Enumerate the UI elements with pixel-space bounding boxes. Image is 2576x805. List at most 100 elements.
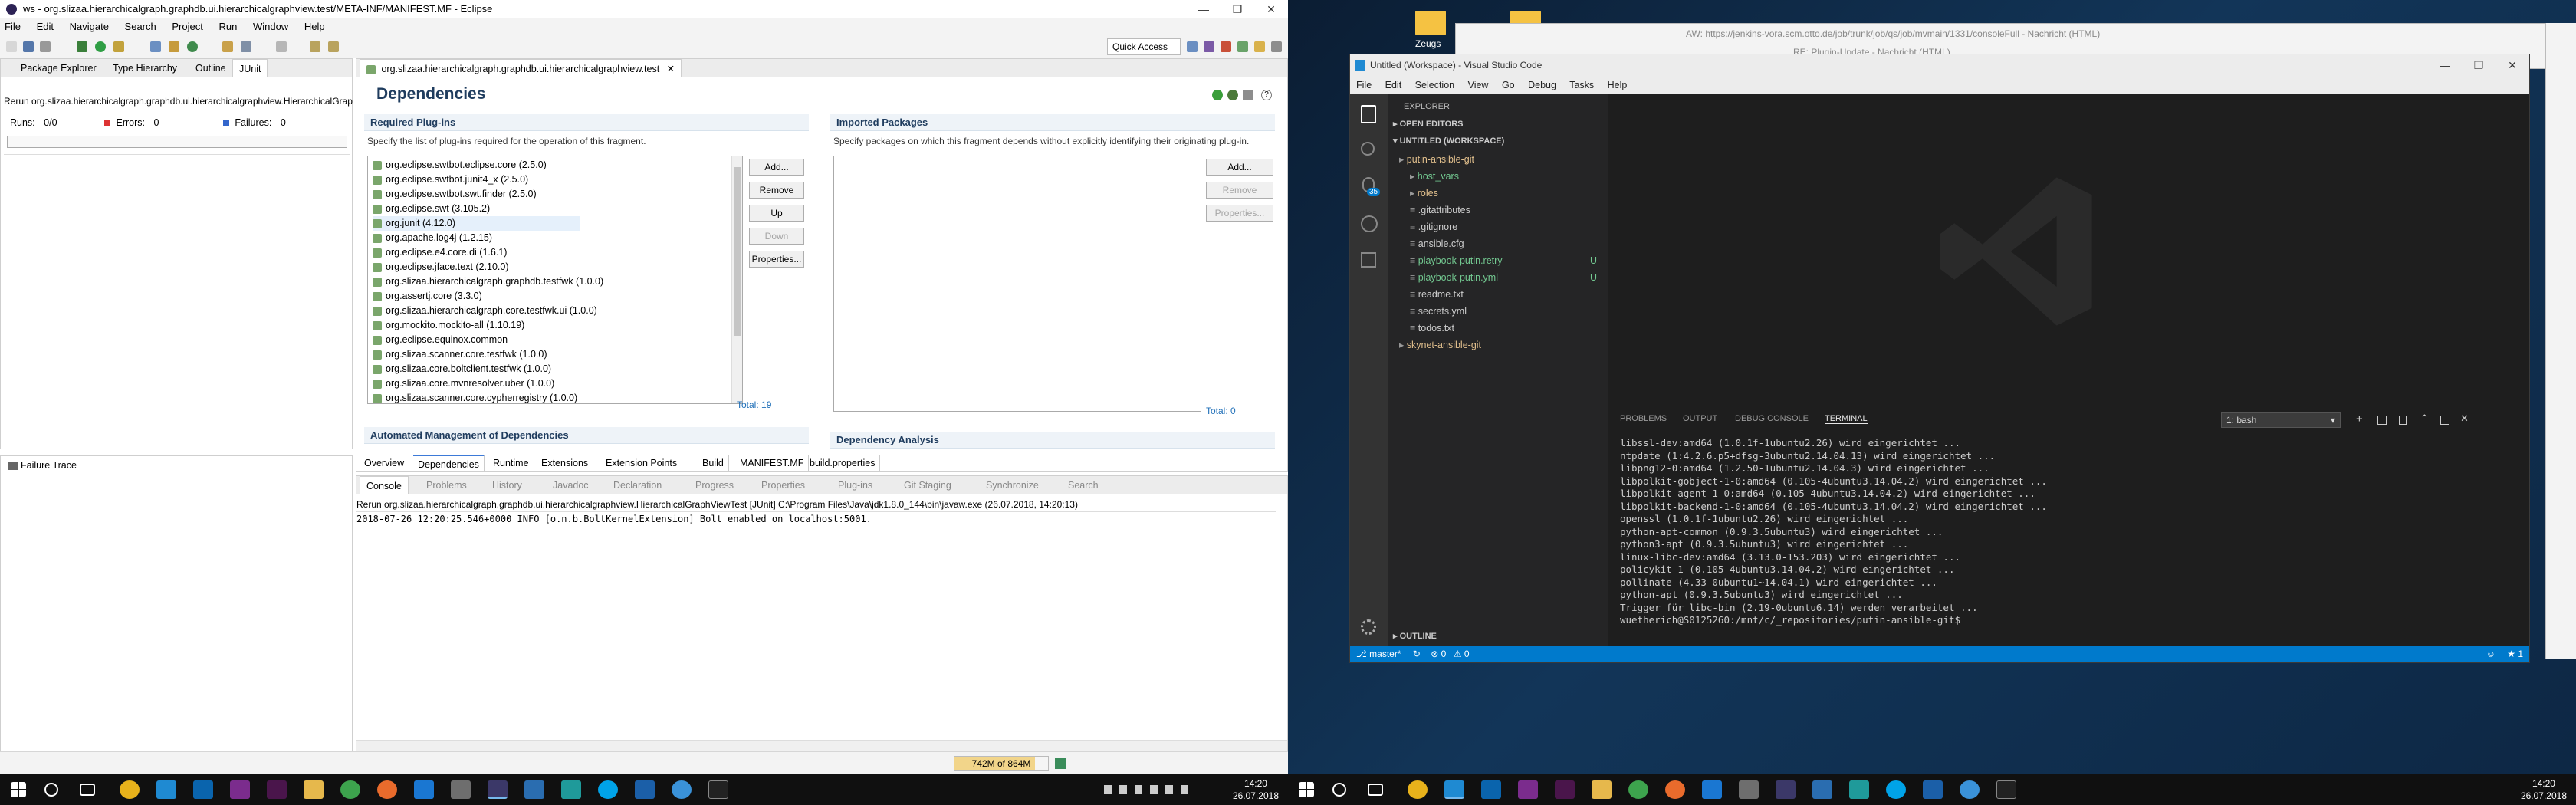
required-plugin-item[interactable]: org.apache.log4j (1.2.15)	[373, 231, 492, 245]
open-type-icon[interactable]	[222, 41, 233, 52]
maximize-button[interactable]: ❐	[1221, 0, 1254, 18]
editor-page-tab[interactable]: Extension Points	[601, 455, 683, 472]
tab-outline[interactable]: Outline	[189, 59, 232, 77]
new-class-icon[interactable]	[187, 41, 198, 52]
edge-icon[interactable]	[414, 780, 434, 799]
eclipse-taskbar-icon[interactable]	[488, 780, 508, 799]
console-hscroll[interactable]	[356, 740, 1287, 751]
start-icon[interactable]	[11, 782, 26, 797]
required-down-button[interactable]: Down	[749, 228, 804, 245]
required-up-button[interactable]: Up	[749, 205, 804, 222]
gc-icon[interactable]	[1055, 758, 1066, 769]
menu-help[interactable]: Help	[304, 21, 325, 32]
skype-icon[interactable]	[1886, 780, 1906, 799]
close-button[interactable]: ✕	[1254, 0, 1288, 18]
console-tab[interactable]: Plug-ins	[832, 476, 879, 495]
menu-window[interactable]: Window	[253, 21, 288, 32]
tab-package-explorer[interactable]: Package Explorer	[15, 59, 103, 77]
required-plugin-item[interactable]: org.eclipse.jface.text (2.10.0)	[373, 260, 509, 274]
menu-navigate[interactable]: Navigate	[70, 21, 109, 32]
console-tab[interactable]: Git Staging	[898, 476, 958, 495]
search-icon[interactable]	[44, 783, 58, 797]
search-icon[interactable]	[1332, 783, 1346, 797]
console-tab[interactable]: Console	[360, 476, 409, 495]
explorer-icon[interactable]	[304, 780, 324, 799]
outline-section[interactable]: ▸ OUTLINE	[1393, 631, 1437, 641]
vscode-close-button[interactable]: ✕	[2496, 54, 2529, 76]
tray-icons[interactable]	[1104, 785, 1188, 794]
vs-menu-file[interactable]: File	[1356, 80, 1372, 90]
slack-icon[interactable]	[1555, 780, 1575, 799]
console-tab[interactable]: Declaration	[607, 476, 668, 495]
console-tab[interactable]: Progress	[689, 476, 740, 495]
chrome-icon[interactable]	[120, 780, 140, 799]
required-plugins-list[interactable]: org.eclipse.swtbot.eclipse.core (2.5.0) o…	[367, 156, 743, 404]
list-scrollbar-thumb[interactable]	[734, 167, 741, 336]
app-outlook2-icon[interactable]	[1923, 780, 1943, 799]
error-icon[interactable]: ⊗	[1431, 649, 1438, 659]
panel-tab[interactable]: DEBUG CONSOLE	[1735, 414, 1809, 423]
perspective-other-icon[interactable]	[1271, 41, 1282, 52]
firefox-icon[interactable]	[377, 780, 397, 799]
editor-page-tab[interactable]: Dependencies	[413, 455, 485, 472]
required-plugin-item[interactable]: org.eclipse.swt (3.105.2)	[373, 202, 490, 216]
vscode-minimize-button[interactable]: —	[2428, 54, 2462, 76]
debug-icon[interactable]	[77, 41, 87, 52]
vs-menu-debug[interactable]: Debug	[1528, 80, 1556, 90]
console-tab[interactable]: Properties	[755, 476, 811, 495]
imported-remove-button[interactable]: Remove	[1206, 182, 1273, 199]
console-tab[interactable]: Javadoc	[547, 476, 595, 495]
terminal-icon[interactable]	[1996, 780, 2016, 799]
panel-layout-icon[interactable]	[2440, 416, 2450, 425]
heap-status[interactable]: 742M of 864M	[954, 756, 1049, 771]
search-icon[interactable]	[1361, 142, 1375, 156]
help-icon[interactable]: ?	[1261, 90, 1272, 100]
vscode-maximize-button[interactable]: ❐	[2462, 54, 2496, 76]
required-plugin-item[interactable]: org.eclipse.swtbot.swt.finder (2.5.0)	[373, 187, 537, 202]
file-tree-item[interactable]: ▸ roles	[1388, 185, 1608, 202]
panel-tab[interactable]: OUTPUT	[1683, 414, 1717, 423]
file-tree-item[interactable]: ≡ .gitattributes	[1388, 202, 1608, 219]
required-plugin-item[interactable]: org.slizaa.scanner.core.cypherregistry (…	[373, 391, 577, 403]
maximize-panel-icon[interactable]: ⌃	[2420, 412, 2429, 425]
editor-page-tab[interactable]: Runtime	[488, 455, 534, 472]
app-teal-icon[interactable]	[1849, 780, 1869, 799]
imported-properties-button[interactable]: Properties...	[1206, 205, 1273, 222]
editor-area[interactable]	[1608, 94, 2529, 409]
start-icon[interactable]	[1299, 782, 1314, 797]
required-plugin-item[interactable]: org.assertj.core (3.3.0)	[373, 289, 482, 304]
run-icon[interactable]	[95, 41, 106, 52]
required-add-button[interactable]: Add...	[749, 159, 804, 176]
new-package-icon[interactable]	[169, 41, 179, 52]
outlook-icon[interactable]	[1481, 780, 1501, 799]
tab-close-icon[interactable]: ✕	[667, 64, 675, 74]
editor-page-tab[interactable]: build.properties	[805, 455, 881, 472]
app-green-icon[interactable]	[340, 780, 360, 799]
new-terminal-icon[interactable]: +	[2356, 412, 2363, 426]
workspace-section[interactable]: ▾ UNTITLED (WORKSPACE)	[1393, 136, 1504, 146]
task-view-icon[interactable]	[80, 784, 95, 796]
editor-page-tab[interactable]: Build	[698, 455, 729, 472]
quick-access-input[interactable]: Quick Access	[1107, 38, 1181, 55]
required-plugin-item[interactable]: org.mockito.mockito-all (1.10.19)	[373, 318, 524, 333]
auto-mgmt-header[interactable]: Automated Management of Dependencies	[364, 427, 809, 444]
new-icon[interactable]	[6, 41, 17, 52]
open-editors-section[interactable]: ▸ OPEN EDITORS	[1393, 119, 1464, 129]
vs-menu-help[interactable]: Help	[1608, 80, 1628, 90]
file-tree-item[interactable]: ▸ host_vars	[1388, 168, 1608, 185]
tab-manifest-editor[interactable]: org.slizaa.hierarchicalgraph.graphdb.ui.…	[360, 59, 682, 77]
editor-page-tab[interactable]: MANIFEST.MF	[735, 455, 810, 472]
app-green-icon[interactable]	[1628, 780, 1648, 799]
warning-icon[interactable]: ⚠	[1454, 649, 1462, 659]
perspective-git-icon[interactable]	[1221, 41, 1231, 52]
file-tree-item[interactable]: ≡ playbook-putin.retry U	[1388, 252, 1608, 269]
onenote-icon[interactable]	[230, 780, 250, 799]
file-tree-item[interactable]: ≡ playbook-putin.yml U	[1388, 269, 1608, 286]
console-tab[interactable]: History	[486, 476, 528, 495]
app-blue-icon[interactable]	[524, 780, 544, 799]
vs-menu-go[interactable]: Go	[1502, 80, 1515, 90]
required-properties-button[interactable]: Properties...	[749, 251, 804, 268]
required-plugin-item[interactable]: org.eclipse.e4.core.di (1.6.1)	[373, 245, 507, 260]
firefox-icon[interactable]	[1665, 780, 1685, 799]
required-plugin-item[interactable]: org.slizaa.core.mvnresolver.uber (1.0.0)	[373, 376, 554, 391]
